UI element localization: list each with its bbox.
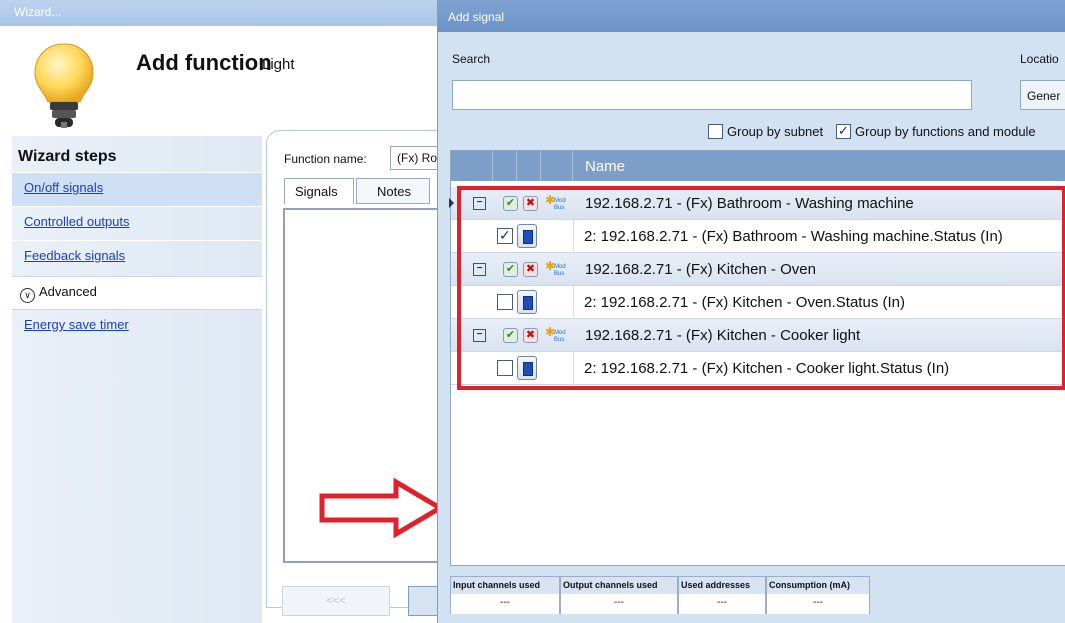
summary-header: Consumption (mA) <box>767 577 869 594</box>
summary-cell: Consumption (mA) --- <box>766 576 870 614</box>
advanced-label: Advanced <box>39 284 97 299</box>
dialog-titlebar: Add signal <box>438 0 1065 32</box>
step-controlled-outputs[interactable]: Controlled outputs <box>12 206 262 240</box>
location-select[interactable]: Gener <box>1020 80 1065 110</box>
summary-cell: Output channels used --- <box>560 576 678 614</box>
summary-cell: Input channels used --- <box>450 576 560 614</box>
back-button[interactable]: <<< <box>282 586 390 616</box>
wizard-steps-title: Wizard steps <box>18 148 117 165</box>
group-by-functions-checkbox[interactable] <box>836 123 851 139</box>
grid-header-cell <box>451 151 493 181</box>
grid-header-cell <box>541 151 573 181</box>
step-feedback-signals[interactable]: Feedback signals <box>12 240 262 274</box>
summary-header: Output channels used <box>561 577 677 594</box>
wizard-titlebar: Wizard... <box>0 0 470 26</box>
wizard-header: Add function Light <box>0 26 470 134</box>
chevron-down-icon: ∨ <box>20 288 35 303</box>
summary-header: Used addresses <box>679 577 765 594</box>
group-by-subnet-label: Group by subnet <box>727 124 824 139</box>
wizard-steps-panel: Wizard steps On/off signals Controlled o… <box>12 136 262 623</box>
summary-value: --- <box>451 594 559 614</box>
summary-value: --- <box>679 594 765 614</box>
page-title: Add function <box>136 50 272 75</box>
grid-header-cell <box>493 151 517 181</box>
group-by-subnet-option[interactable]: Group by subnet <box>708 124 823 139</box>
search-label: Search <box>452 52 491 66</box>
grid-header: Name <box>451 151 1065 181</box>
arrow-right-icon <box>319 478 444 538</box>
page-subtitle: Light <box>262 56 295 73</box>
tab-notes[interactable]: Notes <box>356 178 430 204</box>
location-label: Locatio <box>1020 52 1059 66</box>
current-row-marker-icon <box>449 198 454 208</box>
search-input[interactable] <box>452 80 972 110</box>
summary-value: --- <box>767 594 869 614</box>
tab-signals[interactable]: Signals <box>284 178 354 204</box>
step-on-off-signals[interactable]: On/off signals <box>12 172 262 206</box>
summary-value: --- <box>561 594 677 614</box>
group-by-functions-label: Group by functions and module <box>855 124 1036 139</box>
usage-summary: Input channels used --- Output channels … <box>450 576 870 614</box>
grid-header-cell <box>517 151 541 181</box>
summary-header: Input channels used <box>451 577 559 594</box>
group-by-subnet-checkbox[interactable] <box>708 124 723 139</box>
function-name-label: Function name: <box>284 152 367 166</box>
highlight-box <box>457 186 1065 390</box>
group-by-functions-option[interactable]: Group by functions and module <box>836 123 1036 139</box>
light-bulb-icon <box>34 43 94 128</box>
summary-cell: Used addresses --- <box>678 576 766 614</box>
advanced-toggle[interactable]: ∨ Advanced <box>12 276 262 310</box>
step-energy-save-timer[interactable]: Energy save timer <box>12 310 262 344</box>
column-header-name[interactable]: Name <box>585 158 625 175</box>
